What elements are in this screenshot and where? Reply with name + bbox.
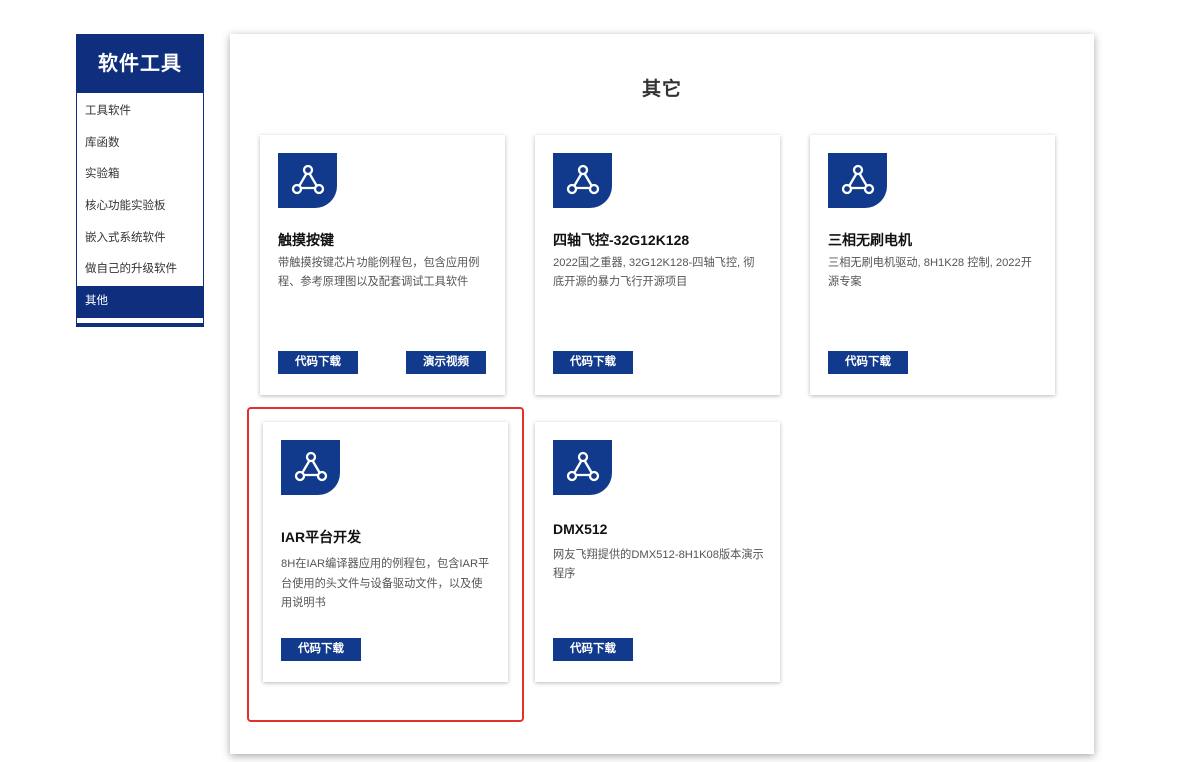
code-download-button[interactable]: 代码下载 (828, 351, 908, 374)
sidebar-item-lab-box[interactable]: 实验箱 (77, 159, 203, 191)
card-description: 三相无刷电机驱动, 8H1K28 控制, 2022开源专案 (828, 257, 1032, 288)
sidebar-nav: 软件工具 工具软件 库函数 实验箱 核心功能实验板 嵌入式系统软件 做自己的升级… (76, 34, 204, 327)
sidebar-item-library[interactable]: 库函数 (77, 128, 203, 160)
sidebar-list: 工具软件 库函数 实验箱 核心功能实验板 嵌入式系统软件 做自己的升级软件 其他 (77, 93, 203, 318)
demo-video-button[interactable]: 演示视频 (406, 351, 486, 374)
card-description: 带触摸按键芯片功能例程包，包含应用例程、参考原理图以及配套调试工具软件 (278, 257, 480, 288)
card-bldc-motor: 三相无刷电机 三相无刷电机驱动, 8H1K28 控制, 2022开源专案 代码下… (810, 135, 1055, 395)
network-triangle-icon (278, 153, 337, 208)
sidebar-item-core-board[interactable]: 核心功能实验板 (77, 191, 203, 223)
highlight-annotation (247, 407, 524, 722)
code-download-button[interactable]: 代码下载 (278, 351, 358, 374)
sidebar-footer-bar (77, 323, 203, 326)
card-dmx512: DMX512 网友飞翔提供的DMX512-8H1K08版本演示程序 代码下载 (535, 422, 780, 682)
sidebar-item-embedded[interactable]: 嵌入式系统软件 (77, 223, 203, 255)
sidebar-title: 软件工具 (77, 35, 203, 93)
network-triangle-icon (828, 153, 887, 208)
sidebar-item-tools[interactable]: 工具软件 (77, 96, 203, 128)
sidebar-item-upgrade[interactable]: 做自己的升级软件 (77, 254, 203, 286)
card-quadcopter: 四轴飞控-32G12K128 2022国之重器, 32G12K128-四轴飞控,… (535, 135, 780, 395)
sidebar-item-other[interactable]: 其他 (77, 286, 203, 318)
code-download-button[interactable]: 代码下载 (553, 351, 633, 374)
card-title: DMX512 (553, 521, 608, 537)
network-triangle-icon (553, 440, 612, 495)
card-description: 2022国之重器, 32G12K128-四轴飞控, 彻底开源的暴力飞行开源项目 (553, 257, 755, 288)
page-title: 其它 (641, 79, 682, 100)
network-triangle-icon (553, 153, 612, 208)
card-title: 四轴飞控-32G12K128 (553, 232, 690, 248)
code-download-button[interactable]: 代码下载 (553, 638, 633, 661)
card-title: 三相无刷电机 (828, 232, 912, 248)
card-title: 触摸按键 (278, 232, 334, 248)
card-description: 网友飞翔提供的DMX512-8H1K08版本演示程序 (553, 549, 764, 580)
card-touch-key: 触摸按键 带触摸按键芯片功能例程包，包含应用例程、参考原理图以及配套调试工具软件… (260, 135, 505, 395)
